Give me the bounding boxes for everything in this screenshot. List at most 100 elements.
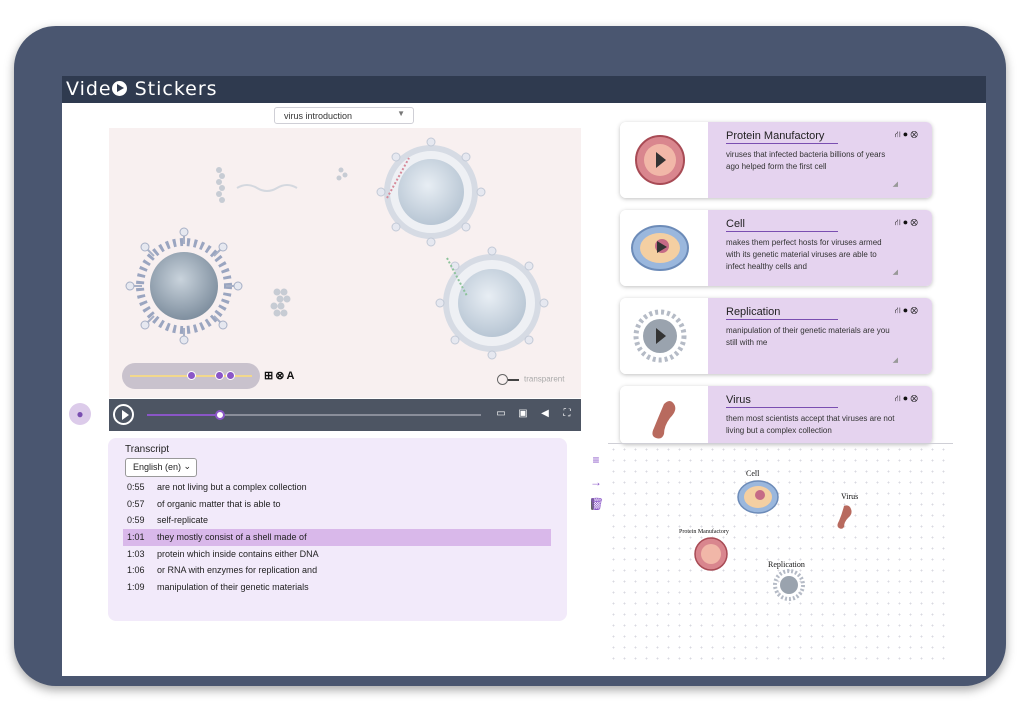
transparent-toggle[interactable]: transparent (497, 374, 564, 385)
sticker-card[interactable]: Cell ⛙●⊗ makes them perfect hosts for vi… (620, 210, 932, 286)
virus-node[interactable] (836, 504, 854, 530)
close-icon[interactable]: ⊗ (910, 305, 920, 315)
transcript-row[interactable]: 1:09 manipulation of their genetic materi… (123, 579, 551, 596)
graph-tools: ≡ → 🗑 (589, 453, 604, 519)
video-select[interactable]: virus introduction ▼ (274, 107, 414, 124)
transcript-time: 0:55 (127, 482, 145, 492)
virus-top-right (376, 137, 486, 247)
app-title: Vide Stickers (66, 78, 218, 100)
transcript-text: manipulation of their genetic materials (157, 582, 309, 593)
resize-handle-icon[interactable]: ◢ (893, 180, 898, 188)
graph-node-label: Virus (841, 492, 859, 501)
virus-mid-right (435, 246, 549, 360)
video-player[interactable]: ⊞⊗A transparent (109, 128, 581, 398)
card-title[interactable]: Cell (726, 218, 838, 232)
pin-sticker-button[interactable]: ● (69, 403, 91, 425)
transcript-text: protein which inside contains either DNA (157, 548, 319, 559)
close-icon[interactable]: ⊗ (910, 129, 920, 139)
transcript-row[interactable]: 0:57 of organic matter that is able to (123, 496, 551, 513)
card-actions: ⛙●⊗ (894, 393, 920, 405)
play-logo-icon (111, 81, 127, 96)
protein-manufactory-node[interactable] (693, 536, 729, 572)
app-screen: Vide Stickers virus introduction ▼ ⊞⊗A t… (62, 76, 986, 676)
protein-clusters (216, 167, 348, 317)
subtitles-icon[interactable]: ▭ (495, 408, 507, 420)
card-body: Protein Manufactory ⛙●⊗ viruses that inf… (708, 122, 932, 198)
sticker-mini-tools: ⊞⊗A (264, 369, 296, 382)
close-icon[interactable]: ⊗ (910, 217, 920, 227)
toggle-circle-icon (497, 374, 508, 385)
range-knob-mid[interactable] (215, 371, 225, 380)
close-sticker-icon[interactable]: ⊗ (275, 370, 286, 382)
card-title[interactable]: Protein Manufactory (726, 130, 838, 144)
card-title[interactable]: Virus (726, 394, 838, 408)
link-icon[interactable]: ⛙ (894, 305, 902, 315)
device-frame: Vide Stickers virus introduction ▼ ⊞⊗A t… (14, 26, 1006, 686)
text-style-button[interactable]: A (286, 370, 296, 382)
transcript-row[interactable]: 0:59 self-replicate (123, 512, 551, 529)
chevron-down-icon: ⌄ (183, 461, 191, 471)
replication-node[interactable] (773, 569, 805, 601)
range-knob-start[interactable] (187, 371, 196, 380)
language-value: English (en) (133, 462, 182, 472)
title-bar: Vide Stickers (62, 76, 986, 103)
list-icon[interactable]: ≡ (589, 453, 603, 475)
graph-node-label: Replication (768, 560, 805, 569)
sticker-card[interactable]: Replication ⛙●⊗ manipulation of their ge… (620, 298, 932, 374)
app-title-suffix: Stickers (134, 78, 218, 100)
volume-icon[interactable]: ◀ (539, 408, 551, 420)
card-thumbnail (620, 386, 708, 444)
seek-handle[interactable] (215, 410, 226, 420)
transcript-row[interactable]: 1:03 protein which inside contains either… (123, 546, 551, 563)
transcript-row[interactable]: 0:55 are not living but a complex collect… (123, 479, 551, 496)
card-actions: ⛙●⊗ (894, 305, 920, 317)
seek-bar[interactable] (147, 410, 481, 420)
card-body: Virus ⛙●⊗ them most scientists accept th… (708, 386, 932, 444)
arrow-right-icon[interactable]: → (589, 475, 603, 497)
card-actions: ⛙●⊗ (894, 129, 920, 141)
transcript-time: 0:57 (127, 498, 145, 509)
resize-handle-icon[interactable]: ◢ (893, 356, 898, 364)
link-icon[interactable]: ⛙ (894, 217, 902, 227)
sticker-time-range[interactable] (122, 363, 260, 389)
resize-handle-icon[interactable]: ◢ (893, 268, 898, 276)
trash-icon[interactable]: 🗑 (589, 497, 604, 519)
protein-manufactory-image (635, 135, 685, 185)
card-thumbnail (620, 122, 708, 198)
play-button[interactable] (113, 404, 134, 425)
transcript-text: are not living but a complex collection (157, 482, 307, 492)
app-title-prefix: Vide (66, 78, 112, 100)
card-title[interactable]: Replication (726, 306, 838, 320)
virus-image (652, 401, 676, 439)
replication-image (633, 309, 687, 363)
virus-large-left (125, 227, 243, 345)
cell-node[interactable] (736, 477, 784, 519)
sticker-card[interactable]: Virus ⛙●⊗ them most scientists accept th… (620, 386, 932, 444)
language-select[interactable]: English (en) ⌄ (125, 458, 197, 477)
chevron-down-icon: ▼ (397, 109, 405, 118)
transcript-row[interactable]: 1:06 or RNA with enzymes for replication … (123, 562, 551, 579)
card-description[interactable]: viruses that infected bacteria billions … (726, 149, 898, 173)
fullscreen-icon[interactable]: ⛶ (561, 408, 573, 420)
video-frame-illustration (125, 137, 549, 360)
add-sticker-icon[interactable]: ⊞ (264, 370, 275, 382)
transcript-heading: Transcript (125, 444, 170, 455)
picture-in-picture-icon[interactable]: ▣ (517, 408, 529, 420)
sticker-card[interactable]: Protein Manufactory ⛙●⊗ viruses that inf… (620, 122, 932, 198)
close-icon[interactable]: ⊗ (910, 393, 920, 403)
video-select-value: virus introduction (284, 111, 353, 121)
link-icon[interactable]: ⛙ (894, 393, 902, 403)
pin-icon: ● (76, 407, 84, 421)
link-icon[interactable]: ⛙ (894, 129, 902, 139)
card-description[interactable]: manipulation of their genetic materials … (726, 325, 898, 349)
range-knob-end[interactable] (226, 371, 236, 380)
card-description[interactable]: them most scientists accept that viruses… (726, 413, 898, 437)
card-body: Cell ⛙●⊗ makes them perfect hosts for vi… (708, 210, 932, 286)
transcript-row-active[interactable]: 1:01 they mostly consist of a shell made … (123, 529, 551, 546)
transcript-text: of organic matter that is able to (157, 498, 281, 509)
transcript-time: 0:59 (127, 515, 145, 526)
card-description[interactable]: makes them perfect hosts for viruses arm… (726, 237, 898, 273)
concept-graph[interactable]: Cell Virus Protein Manufactory Replicati… (608, 443, 953, 661)
transcript-list: 0:55 are not living but a complex collect… (123, 479, 551, 596)
graph-node-label: Protein Manufactory (679, 529, 729, 535)
